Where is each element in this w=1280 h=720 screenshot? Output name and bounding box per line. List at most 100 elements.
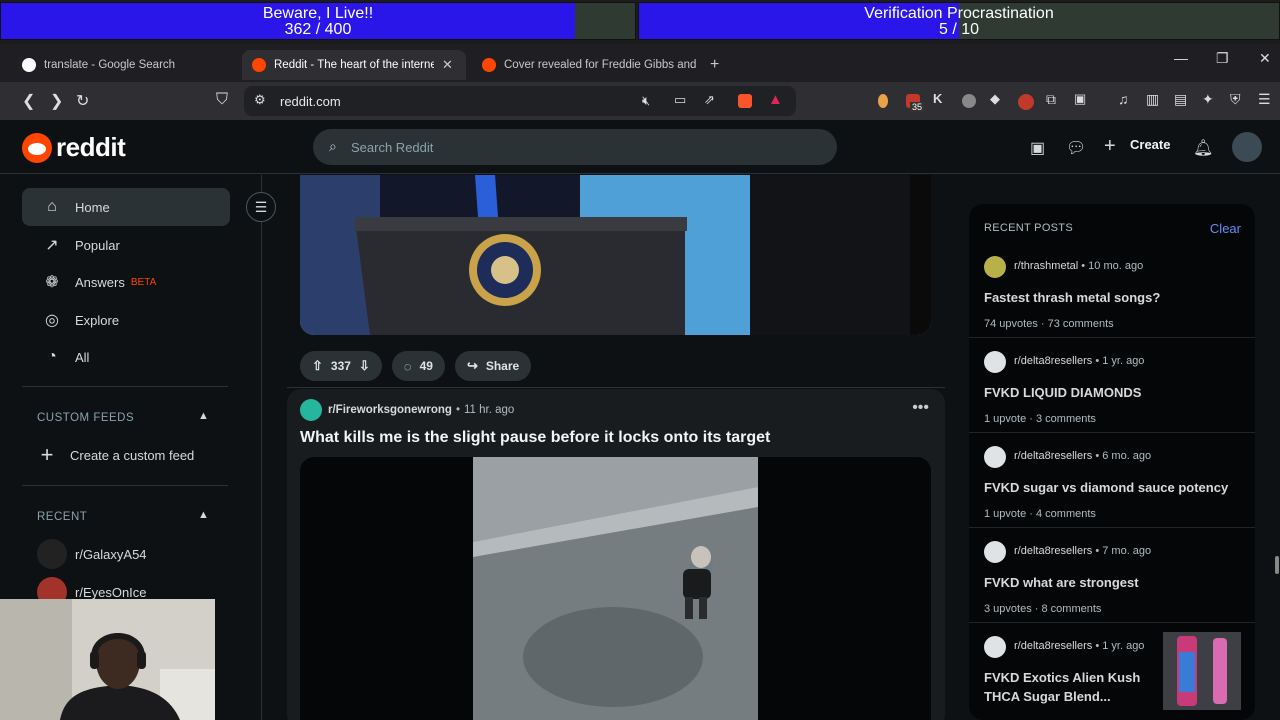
scrollbar-thumb[interactable] bbox=[1275, 556, 1279, 574]
browser-toolbar: ❮ ❯ ↻ ⛉ ⚙ reddit.com 🔇︎ ▭ ⇗ ▲ 35 K ◆ ⧉ ▣… bbox=[0, 82, 1280, 120]
media-icon[interactable]: ♫ bbox=[1118, 91, 1129, 107]
sidebar-item-label: Create a custom feed bbox=[70, 447, 195, 463]
post-image-press-conference[interactable] bbox=[300, 175, 931, 335]
recent-post-item[interactable]: r/delta8resellers • 7 mo. ago FVKD what … bbox=[969, 529, 1255, 623]
reddit-logo[interactable]: reddit bbox=[22, 132, 126, 163]
community-avatar-icon bbox=[984, 636, 1006, 658]
advertise-icon[interactable]: ▣ bbox=[1030, 138, 1045, 158]
recent-post-age: 7 mo. ago bbox=[1102, 545, 1152, 557]
tab-freddie-gibbs[interactable]: Cover revealed for Freddie Gibbs and bbox=[472, 50, 698, 80]
recent-post-title[interactable]: FVKD LIQUID DIAMONDS bbox=[984, 383, 1244, 402]
sidebar-item-label: Popular bbox=[75, 237, 120, 253]
video-frame bbox=[473, 457, 758, 720]
recent-post-thumbnail[interactable] bbox=[1163, 632, 1241, 710]
leo-ai-icon[interactable]: ✦ bbox=[1202, 91, 1214, 108]
recent-post-comments: 8 comments bbox=[1041, 603, 1102, 615]
chevron-up-icon[interactable]: ▲ bbox=[198, 410, 209, 422]
sidebar-item-answers[interactable]: ❁ Answers BETA bbox=[22, 263, 230, 301]
mute-icon[interactable]: 🔇︎ bbox=[642, 93, 650, 109]
wallet-icon[interactable]: ▤ bbox=[1174, 91, 1187, 108]
comments-button[interactable]: ◌ 49 bbox=[391, 351, 445, 381]
recent-post-subreddit[interactable]: r/delta8resellers bbox=[1014, 640, 1092, 652]
sidebar-toggle-icon[interactable]: ▥ bbox=[1146, 91, 1159, 108]
notifications-bell-icon[interactable]: 🔔︎ bbox=[1193, 138, 1213, 158]
new-tab-button[interactable]: + bbox=[702, 50, 732, 80]
recent-post-title[interactable]: FVKD what are strongest bbox=[984, 573, 1244, 592]
sidebar-item-explore[interactable]: ◎ Explore bbox=[22, 301, 230, 339]
address-bar[interactable]: ⚙ reddit.com 🔇︎ ▭ ⇗ ▲ bbox=[244, 86, 796, 116]
chat-icon[interactable]: 💬︎ bbox=[1066, 138, 1086, 158]
share-page-icon[interactable]: ⇗ bbox=[704, 92, 715, 108]
recent-post-title[interactable]: FVKD sugar vs diamond sauce potency bbox=[984, 478, 1244, 497]
tab-reddit[interactable]: Reddit - The heart of the internet ✕ bbox=[242, 50, 466, 80]
vpn-shield-icon[interactable]: ⛨ bbox=[1230, 91, 1241, 108]
main-feed: ⇧ 337 ⇩ ◌ 49 ↪ Share r/Fireworksgonewron… bbox=[287, 175, 945, 720]
create-button[interactable]: Create bbox=[1130, 137, 1170, 152]
recent-post-item[interactable]: r/delta8resellers • 6 mo. ago FVKD sugar… bbox=[969, 434, 1255, 528]
recent-post-item[interactable]: r/delta8resellers • 1 yr. ago FVKD LIQUI… bbox=[969, 339, 1255, 433]
collapse-sidebar-button[interactable]: ☰ bbox=[246, 192, 276, 222]
brave-rewards-icon[interactable]: ▲ bbox=[768, 91, 783, 108]
tab-label: Reddit - The heart of the internet bbox=[274, 59, 434, 71]
adblock-icon[interactable] bbox=[1018, 94, 1034, 110]
extension-diamond-icon[interactable]: ◆ bbox=[990, 91, 1000, 107]
forward-icon[interactable]: ❯ bbox=[50, 91, 63, 111]
recent-post-title[interactable]: Fastest thrash metal songs? bbox=[984, 288, 1244, 307]
sidebar-item-label: All bbox=[75, 349, 90, 365]
upvote-icon[interactable]: ⇧ bbox=[312, 358, 323, 374]
recent-post-item[interactable]: r/thrashmetal • 10 mo. ago Fastest thras… bbox=[969, 244, 1255, 338]
share-button[interactable]: ↪ Share bbox=[454, 351, 532, 381]
sidebar-item-label: Explore bbox=[75, 312, 120, 328]
recent-post-comments: 3 comments bbox=[1035, 413, 1096, 425]
sidebar-item-label: Home bbox=[75, 199, 110, 215]
community-avatar-icon bbox=[984, 446, 1006, 468]
recent-post-subreddit[interactable]: r/delta8resellers bbox=[1014, 545, 1092, 557]
sidebar-item-all[interactable]: ◔ All bbox=[22, 338, 230, 376]
maximize-icon[interactable]: ❐ bbox=[1216, 50, 1229, 67]
brave-shields-icon[interactable] bbox=[738, 94, 752, 108]
custom-feeds-heading[interactable]: CUSTOM FEEDS bbox=[37, 412, 134, 424]
clear-recent-button[interactable]: Clear bbox=[1210, 221, 1241, 236]
site-settings-icon[interactable]: ⚙ bbox=[254, 92, 266, 108]
downvote-icon[interactable]: ⇩ bbox=[359, 358, 370, 374]
close-window-icon[interactable]: ✕ bbox=[1259, 50, 1271, 67]
sidebar-item-home[interactable]: ⌂ Home bbox=[22, 188, 230, 226]
extension-k-icon[interactable]: K bbox=[933, 91, 942, 106]
sidebar-item-label: r/GalaxyA54 bbox=[75, 546, 147, 562]
recent-post-title[interactable]: FVKD Exotics Alien Kush THCA Sugar Blend… bbox=[984, 668, 1154, 706]
close-tab-icon[interactable]: ✕ bbox=[442, 57, 453, 73]
extension-icon[interactable] bbox=[878, 94, 888, 108]
extensions-puzzle-icon[interactable]: ⧉ bbox=[1046, 91, 1056, 108]
goal-bar-1: Beware, I Live!! 362 / 400 bbox=[0, 2, 636, 40]
menu-icon[interactable]: ☰ bbox=[1258, 91, 1271, 108]
user-avatar[interactable] bbox=[1232, 132, 1262, 162]
extension-box-icon[interactable]: ▣ bbox=[1074, 91, 1086, 107]
extension-circle-icon[interactable] bbox=[962, 94, 976, 108]
post-video[interactable] bbox=[300, 457, 931, 720]
bookmark-icon[interactable]: ⛉ bbox=[216, 91, 228, 109]
sidebar-item-popular[interactable]: ↗ Popular bbox=[22, 226, 230, 264]
post-card[interactable]: r/Fireworksgonewrong • 11 hr. ago ••• Wh… bbox=[287, 389, 945, 720]
recent-heading[interactable]: RECENT bbox=[37, 511, 87, 523]
minimize-icon[interactable]: — bbox=[1174, 50, 1188, 66]
reload-icon[interactable]: ↻ bbox=[76, 91, 89, 111]
create-custom-feed-button[interactable]: + Create a custom feed bbox=[22, 436, 230, 474]
back-icon[interactable]: ❮ bbox=[22, 91, 35, 111]
video-still-image bbox=[473, 457, 758, 720]
recent-community-galaxya54[interactable]: r/GalaxyA54 bbox=[22, 535, 230, 573]
recent-post-subreddit[interactable]: r/delta8resellers bbox=[1014, 450, 1092, 462]
recent-post-subreddit[interactable]: r/delta8resellers bbox=[1014, 355, 1092, 367]
recent-post-subreddit[interactable]: r/thrashmetal bbox=[1014, 260, 1078, 272]
popular-icon: ↗ bbox=[45, 237, 59, 254]
recent-post-item[interactable]: r/delta8resellers • 1 yr. ago FVKD Exoti… bbox=[969, 624, 1255, 718]
tab-label: Cover revealed for Freddie Gibbs and bbox=[504, 59, 697, 71]
search-input[interactable]: ⌕ Search Reddit bbox=[313, 129, 837, 165]
page-scrollbar[interactable] bbox=[1272, 175, 1280, 720]
more-options-icon[interactable]: ••• bbox=[912, 399, 929, 417]
tab-google-search[interactable]: translate - Google Search bbox=[12, 50, 238, 80]
post-subreddit[interactable]: r/Fireworksgonewrong bbox=[328, 404, 452, 416]
recent-post-upvotes: 74 upvotes bbox=[984, 318, 1038, 330]
chevron-up-icon[interactable]: ▲ bbox=[198, 509, 209, 521]
cast-icon[interactable]: ▭ bbox=[674, 92, 686, 108]
post-title[interactable]: What kills me is the slight pause before… bbox=[300, 429, 770, 447]
